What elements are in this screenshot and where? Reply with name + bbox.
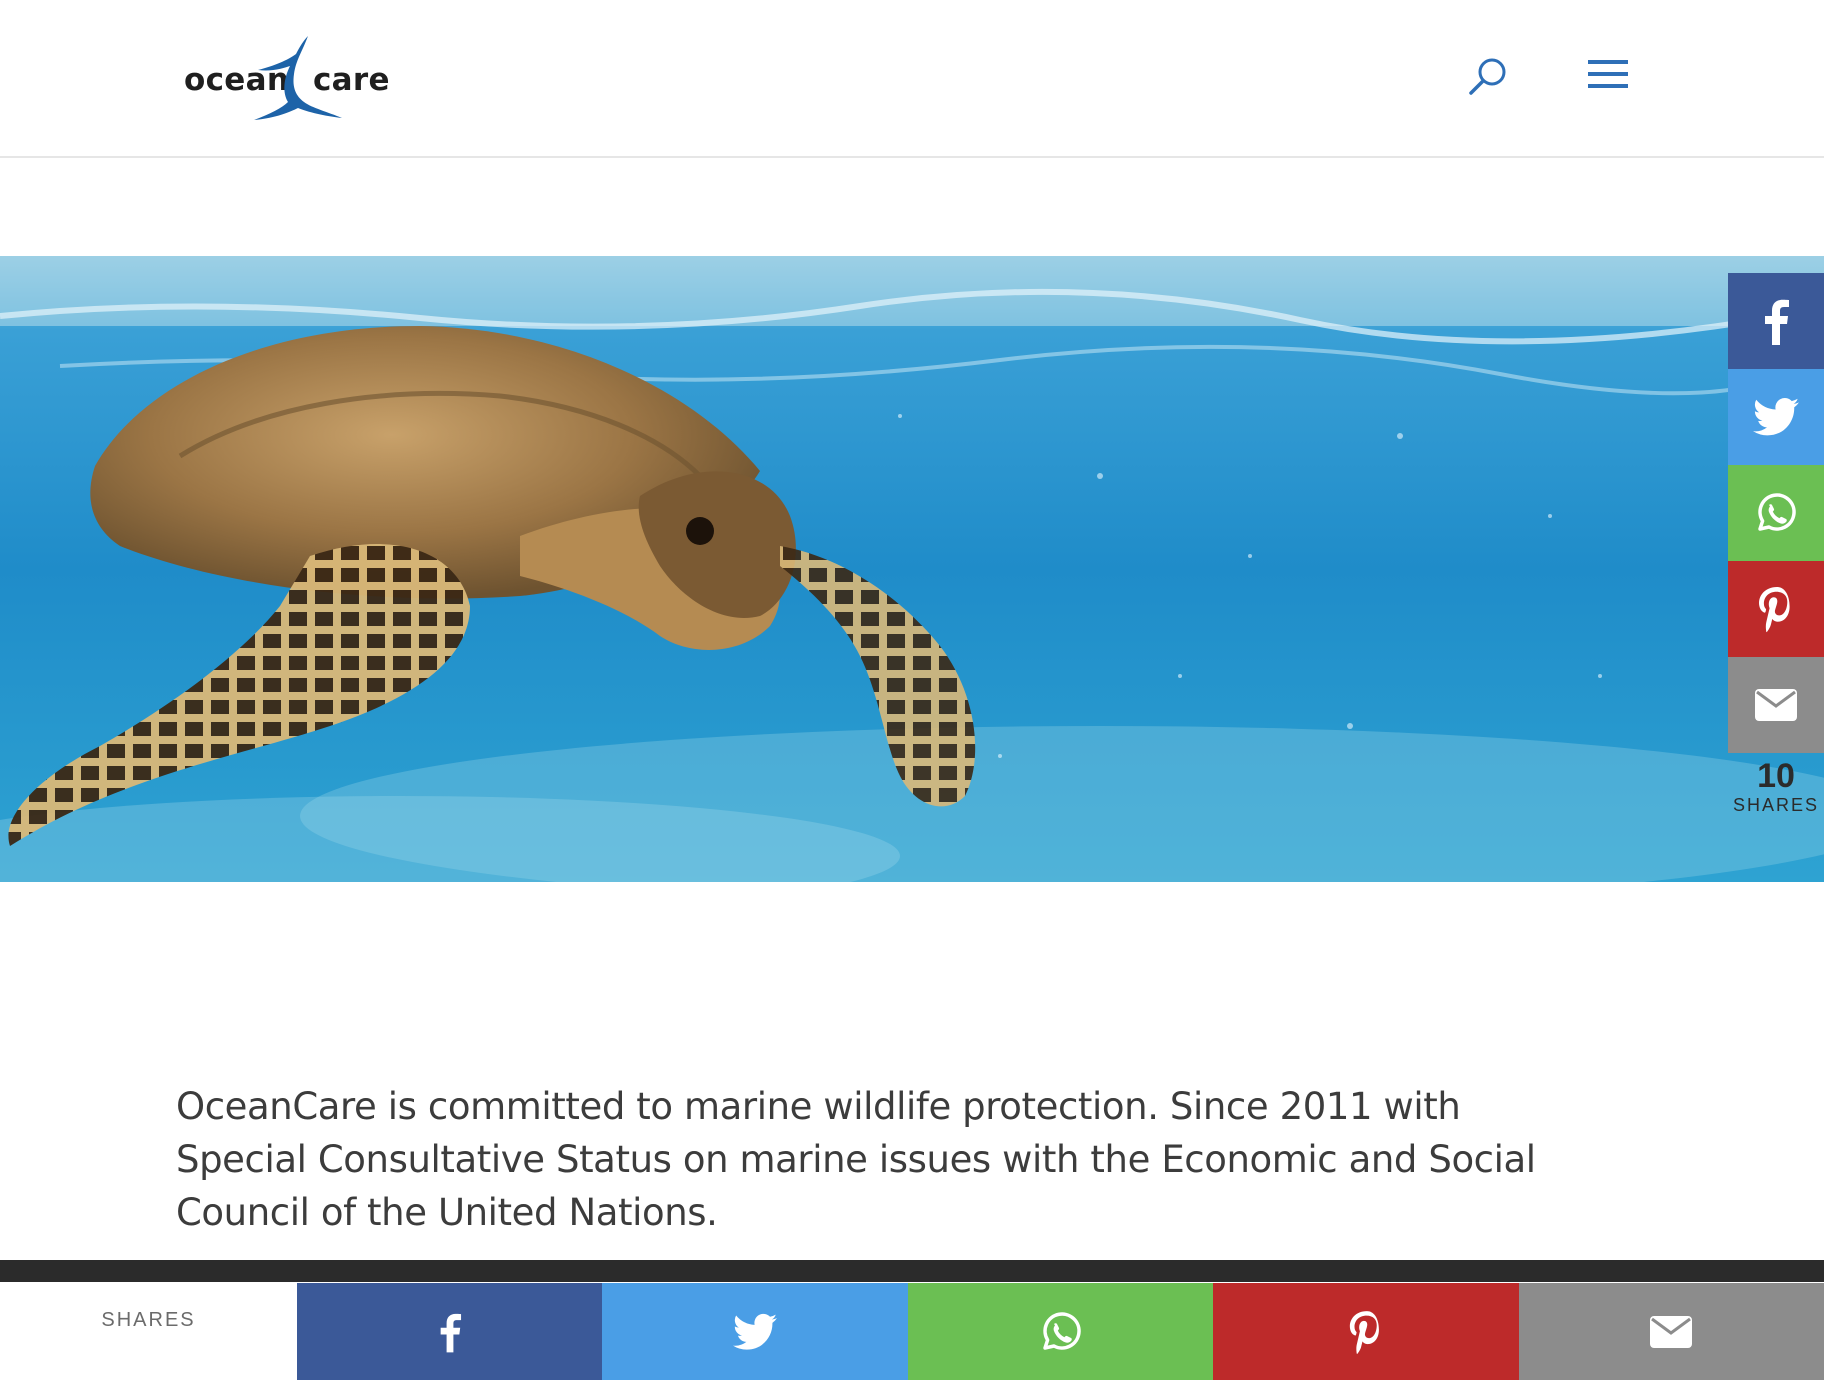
share-count-number: 10 [1757, 757, 1795, 795]
footer-band [0, 1260, 1824, 1282]
bottom-share-label: SHARES [101, 1309, 196, 1331]
email-icon [1650, 1315, 1693, 1348]
facebook-icon [1765, 299, 1789, 345]
twitter-icon [1753, 398, 1799, 436]
oceancare-logo[interactable]: ocean care [180, 26, 390, 126]
side-share-email-button[interactable] [1728, 657, 1824, 753]
side-share-facebook-button[interactable] [1728, 273, 1824, 369]
side-share-bar: 10 SHARES [1728, 273, 1824, 816]
bottom-share-twitter-button[interactable] [602, 1283, 908, 1380]
bottom-share-email-button[interactable] [1518, 1283, 1824, 1380]
bottom-share-facebook-button[interactable] [297, 1283, 603, 1380]
twitter-icon [733, 1313, 778, 1350]
whatsapp-icon [1758, 493, 1796, 531]
facebook-icon [440, 1313, 461, 1352]
bottom-share-pinterest-button[interactable] [1213, 1283, 1519, 1380]
side-share-pinterest-button[interactable] [1728, 561, 1824, 657]
share-count-label: SHARES [1732, 795, 1820, 815]
email-icon [1755, 689, 1797, 721]
search-button[interactable] [1462, 52, 1512, 102]
pinterest-icon [1349, 1310, 1379, 1354]
pinterest-icon [1759, 587, 1790, 633]
share-count: 10 SHARES [1728, 757, 1824, 816]
side-share-whatsapp-button[interactable] [1728, 465, 1824, 561]
menu-button[interactable] [1586, 54, 1630, 94]
bottom-share-bar: SHARES [0, 1283, 1824, 1380]
intro-paragraph: OceanCare is committed to marine wildlif… [176, 1085, 1536, 1234]
sea-turtle-illustration [0, 256, 1824, 882]
side-share-twitter-button[interactable] [1728, 369, 1824, 465]
hamburger-menu-icon [1588, 60, 1628, 88]
hero-image [0, 256, 1824, 882]
bottom-share-whatsapp-button[interactable] [907, 1283, 1214, 1380]
whatsapp-icon [1042, 1311, 1081, 1350]
site-header: ocean care [0, 0, 1824, 158]
search-icon [1469, 58, 1506, 95]
logo-word-care: care [313, 62, 390, 98]
